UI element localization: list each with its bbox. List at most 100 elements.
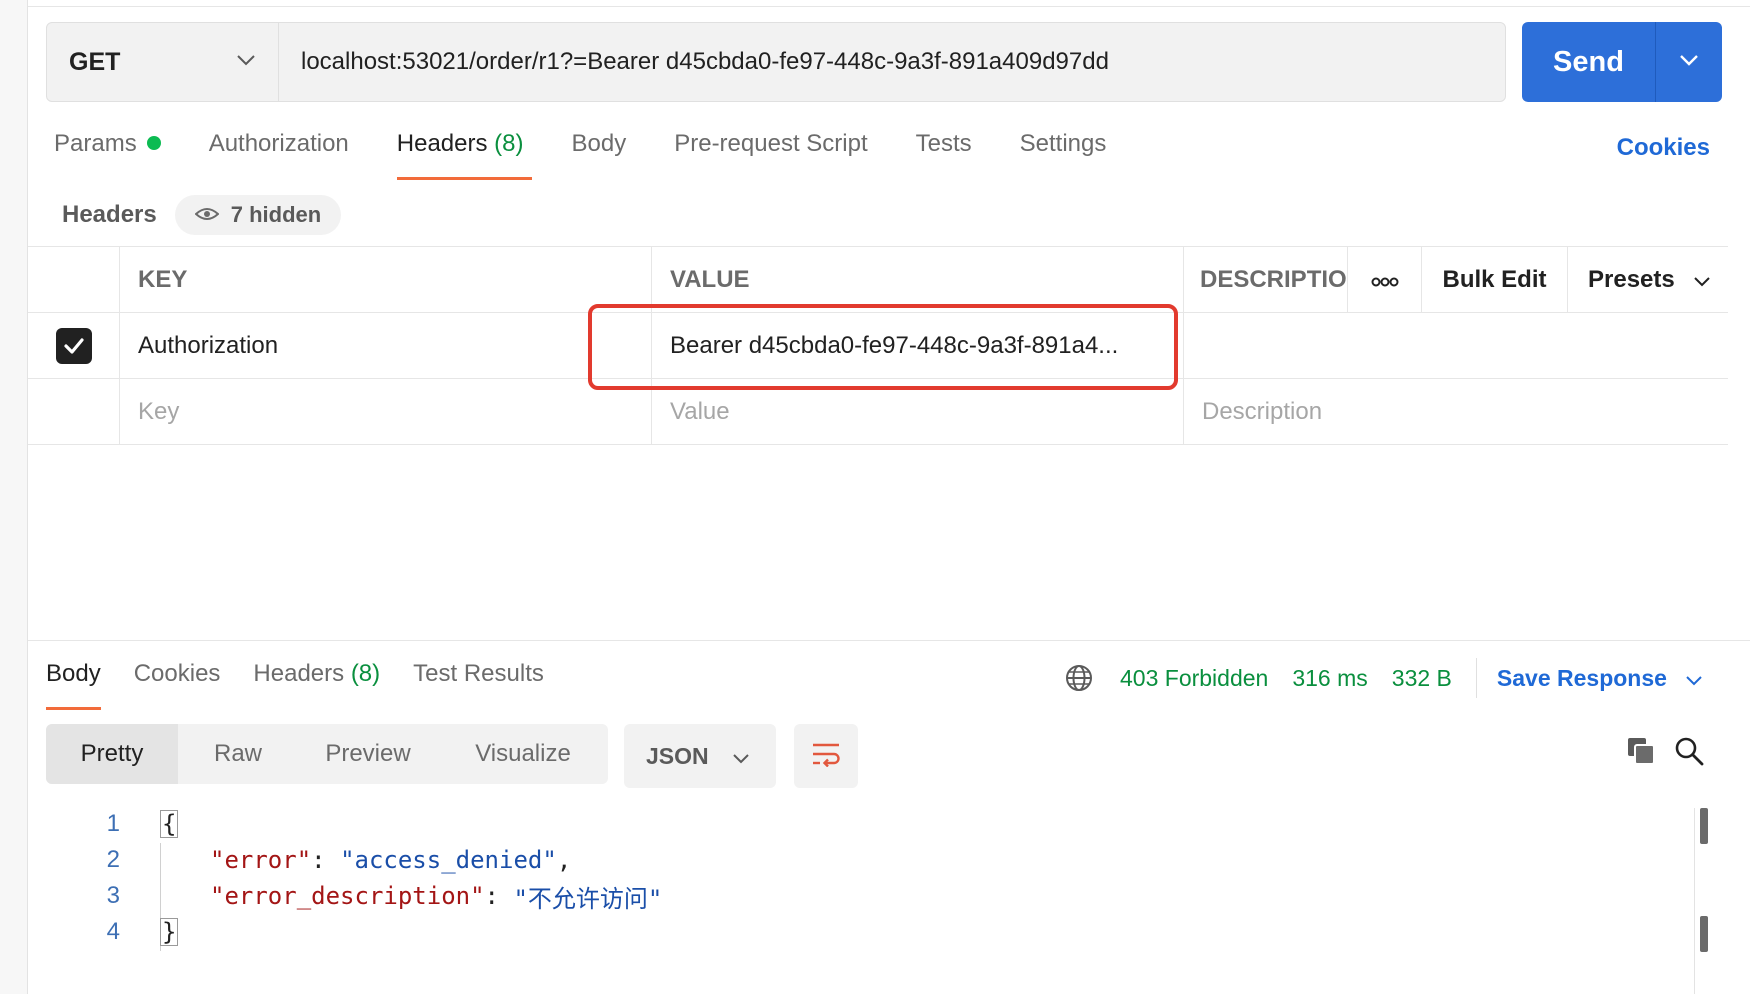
- response-size[interactable]: 332 B: [1392, 665, 1452, 692]
- header-check-column: [28, 247, 120, 312]
- wrap-lines-icon: [810, 741, 842, 772]
- table-row-empty: Key Value Description: [28, 379, 1728, 445]
- tab-pre-request-script[interactable]: Pre-request Script: [674, 130, 867, 180]
- response-code-viewer[interactable]: 1 { 2 "error": "access_denied", 3 "error…: [90, 806, 662, 950]
- chevron-down-icon: [1679, 53, 1699, 71]
- response-headers-count: (8): [350, 660, 381, 687]
- headers-table: KEY VALUE DESCRIPTIO Bulk Edit Presets A…: [28, 246, 1728, 445]
- new-value-input[interactable]: Value: [652, 379, 1184, 444]
- json-string-value: "不允许访问": [513, 884, 663, 913]
- params-indicator-dot: [146, 135, 161, 150]
- line-number: 2: [106, 846, 120, 873]
- tab-settings-label: Settings: [1019, 130, 1107, 157]
- open-brace: {: [160, 810, 179, 838]
- response-time[interactable]: 316 ms: [1292, 665, 1367, 692]
- view-mode-segmented: Pretty Raw Preview Visualize: [46, 724, 608, 784]
- more-options-button[interactable]: [1348, 247, 1422, 312]
- send-options-button[interactable]: [1656, 22, 1722, 102]
- search-icon[interactable]: [1674, 736, 1704, 771]
- status-code[interactable]: 403 Forbidden: [1120, 665, 1268, 692]
- presets-dropdown[interactable]: Presets: [1568, 247, 1728, 312]
- code-line: 3 "error_description": "不允许访问": [90, 878, 663, 914]
- code-line: 2 "error": "access_denied",: [90, 842, 662, 878]
- hidden-headers-label: 7 hidden: [230, 202, 322, 227]
- left-rail: [0, 0, 28, 994]
- view-mode-raw[interactable]: Raw: [178, 724, 298, 784]
- chevron-down-icon: [1685, 665, 1703, 692]
- tab-tests-label: Tests: [915, 130, 972, 157]
- empty-check-cell: [28, 379, 120, 444]
- request-url-bar: GET localhost:53021/order/r1?=Bearer d45…: [46, 22, 1506, 102]
- new-description-input[interactable]: Description: [1184, 379, 1728, 444]
- scrollbar-thumb[interactable]: [1700, 808, 1708, 844]
- request-tabs: Params Authorization Headers (8) Body Pr…: [54, 130, 1154, 180]
- wrap-lines-button[interactable]: [794, 724, 858, 788]
- column-key: KEY: [120, 247, 652, 312]
- json-comma: ,: [556, 846, 572, 874]
- eye-icon: [194, 202, 220, 228]
- bulk-edit-button[interactable]: Bulk Edit: [1422, 247, 1568, 312]
- headers-subheader: Headers 7 hidden: [62, 195, 342, 235]
- table-row: Authorization Bearer d45cbda0-fe97-448c-…: [28, 313, 1728, 379]
- save-response-button[interactable]: Save Response: [1497, 665, 1703, 692]
- save-response-label: Save Response: [1496, 664, 1667, 691]
- response-meta: 403 Forbidden 316 ms 332 B Save Response: [1064, 658, 1703, 698]
- minimap-marker[interactable]: [1700, 916, 1708, 952]
- checkbox-checked[interactable]: [55, 327, 92, 364]
- headers-title: Headers: [62, 201, 157, 228]
- column-value: VALUE: [652, 247, 1184, 312]
- json-key: "error_description": [210, 882, 485, 910]
- tab-tests[interactable]: Tests: [916, 130, 972, 180]
- tab-params-label: Params: [54, 130, 137, 157]
- globe-icon[interactable]: [1064, 663, 1094, 693]
- method-select[interactable]: GET: [47, 23, 279, 101]
- tab-params[interactable]: Params: [54, 130, 161, 180]
- postman-window: GET localhost:53021/order/r1?=Bearer d45…: [0, 0, 1750, 994]
- cookies-link[interactable]: Cookies: [1617, 134, 1710, 162]
- send-button-group: Send: [1522, 22, 1722, 102]
- tab-body-label: Body: [571, 130, 627, 157]
- response-tab-test-results[interactable]: Test Results: [413, 660, 544, 710]
- hidden-headers-toggle[interactable]: 7 hidden: [174, 195, 342, 235]
- row-enable-checkbox[interactable]: [28, 313, 120, 378]
- copy-icon[interactable]: [1626, 736, 1656, 771]
- tab-settings[interactable]: Settings: [1020, 130, 1107, 180]
- tab-headers-count: (8): [494, 130, 524, 157]
- format-label: JSON: [646, 742, 709, 769]
- code-line: 1 {: [90, 806, 662, 842]
- json-string-value: "access_denied": [340, 846, 557, 874]
- scrollbar-track[interactable]: [1694, 808, 1695, 994]
- meta-separator: [1475, 658, 1477, 698]
- check-icon: [63, 337, 84, 354]
- presets-label: Presets: [1588, 265, 1675, 293]
- more-horizontal-icon: [1371, 266, 1399, 294]
- header-key-cell[interactable]: Authorization: [120, 313, 652, 378]
- new-key-input[interactable]: Key: [120, 379, 652, 444]
- header-value-cell[interactable]: Bearer d45cbda0-fe97-448c-9a3f-891a4...: [652, 313, 1184, 378]
- url-input[interactable]: localhost:53021/order/r1?=Bearer d45cbda…: [279, 23, 1505, 101]
- line-number: 3: [106, 882, 120, 909]
- view-mode-visualize[interactable]: Visualize: [438, 724, 608, 784]
- tab-headers-label: Headers: [396, 130, 488, 157]
- code-line: 4 }: [90, 914, 662, 950]
- chevron-down-icon: [732, 743, 750, 770]
- tab-authorization[interactable]: Authorization: [209, 130, 349, 180]
- response-tab-cookies[interactable]: Cookies: [134, 660, 221, 710]
- send-button[interactable]: Send: [1522, 22, 1656, 102]
- view-mode-preview[interactable]: Preview: [298, 724, 438, 784]
- format-select[interactable]: JSON: [624, 724, 776, 788]
- response-tab-body[interactable]: Body: [46, 660, 101, 710]
- header-description-cell[interactable]: [1184, 313, 1728, 378]
- view-mode-pretty[interactable]: Pretty: [46, 724, 178, 784]
- line-number: 1: [106, 810, 120, 837]
- tab-headers[interactable]: Headers (8): [396, 130, 532, 180]
- response-tab-headers-label: Headers: [253, 660, 345, 687]
- line-number: 4: [106, 918, 120, 945]
- response-tab-test-results-label: Test Results: [413, 660, 544, 687]
- chevron-down-icon: [1693, 266, 1711, 294]
- json-key: "error": [210, 846, 312, 874]
- tab-body[interactable]: Body: [572, 130, 627, 180]
- response-divider[interactable]: [28, 640, 1750, 641]
- chevron-down-icon: [236, 53, 256, 71]
- response-tab-headers[interactable]: Headers (8): [253, 660, 380, 710]
